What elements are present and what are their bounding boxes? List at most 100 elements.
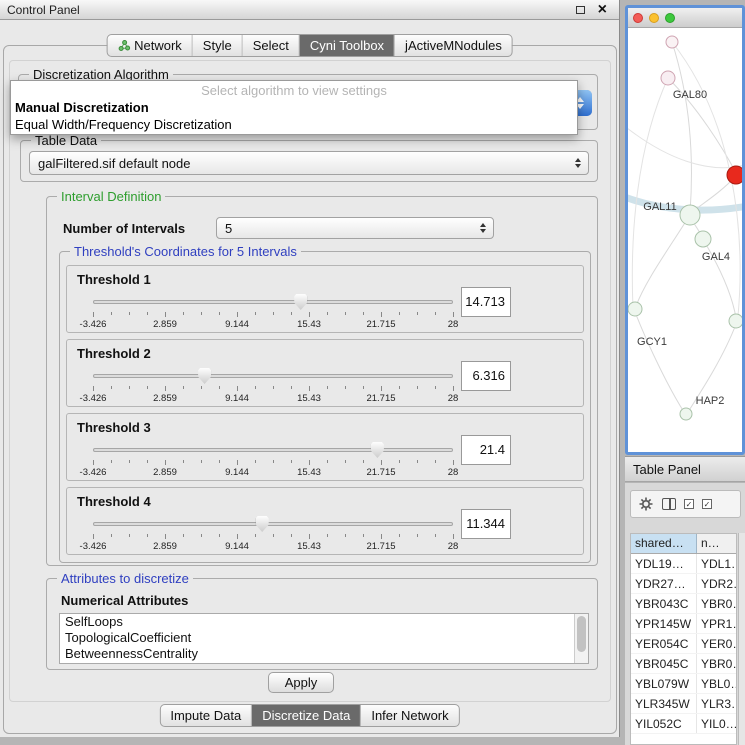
table-row[interactable]: YLR345WYLR3… — [631, 694, 736, 714]
scrollbar-thumb[interactable] — [577, 616, 586, 652]
cell-shared-name[interactable]: YDL19… — [631, 554, 697, 573]
numerical-attributes-list[interactable]: SelfLoopsTopologicalCoefficientBetweenne… — [59, 613, 589, 664]
table-row[interactable]: YBL079WYBL0… — [631, 674, 736, 694]
slider-handle[interactable] — [371, 442, 384, 458]
tab-select[interactable]: Select — [243, 35, 300, 56]
table-row[interactable]: YPR145WYPR1… — [631, 614, 736, 634]
slider-track[interactable] — [93, 374, 453, 378]
slider-track[interactable] — [93, 522, 453, 526]
network-canvas[interactable]: GAL80GAL11GAL4GCY1HAP2 — [628, 28, 742, 451]
cell-name[interactable]: YER0… — [697, 634, 736, 653]
cell-shared-name[interactable]: YBR045C — [631, 654, 697, 673]
column-header-shared[interactable]: shared… — [631, 534, 697, 553]
network-node[interactable] — [727, 166, 742, 184]
slider-track[interactable] — [93, 448, 453, 452]
network-node[interactable] — [628, 302, 642, 316]
close-traffic-light[interactable] — [633, 13, 643, 23]
checkbox-icon[interactable]: ✓ — [684, 499, 694, 509]
gear-icon[interactable] — [638, 496, 654, 512]
checkbox-icon[interactable]: ✓ — [702, 499, 712, 509]
columns-icon[interactable] — [662, 498, 676, 510]
list-scrollbar[interactable] — [574, 614, 588, 663]
network-node[interactable] — [661, 71, 675, 85]
control-panel-titlebar[interactable]: Control Panel × — [0, 0, 619, 20]
tick-label: -3.426 — [80, 319, 107, 330]
threshold-slider[interactable]: -3.4262.8599.14415.4321.71528 — [93, 516, 453, 554]
network-node[interactable] — [680, 408, 692, 420]
table-row[interactable]: YDL19…YDL1… — [631, 554, 736, 574]
slider-handle[interactable] — [294, 294, 307, 310]
cell-shared-name[interactable]: YDR27… — [631, 574, 697, 593]
table-row[interactable]: YER054CYER0… — [631, 634, 736, 654]
apply-button[interactable]: Apply — [268, 672, 334, 693]
network-window-titlebar[interactable] — [628, 8, 742, 28]
dropdown-option-equal-width-frequency[interactable]: Equal Width/Frequency Discretization — [11, 116, 577, 133]
tick-mark — [291, 386, 292, 389]
column-header-name[interactable]: n… — [697, 534, 736, 553]
threshold-slider[interactable]: -3.4262.8599.14415.4321.71528 — [93, 442, 453, 480]
cell-name[interactable]: YIL0… — [697, 714, 736, 733]
bottom-tab-bar: Impute DataDiscretize DataInfer Network — [159, 704, 459, 727]
combobox-stepper-icon[interactable] — [480, 218, 486, 238]
cell-name[interactable]: YPR1… — [697, 614, 736, 633]
table-data-combobox[interactable]: galFiltered.sif default node — [29, 151, 589, 175]
tab-cyni-toolbox[interactable]: Cyni Toolbox — [300, 35, 395, 56]
threshold-value-field[interactable]: 6.316 — [461, 361, 511, 391]
cell-shared-name[interactable]: YER054C — [631, 634, 697, 653]
down-arrow-icon — [575, 164, 581, 168]
network-graph[interactable]: GAL80GAL11GAL4GCY1HAP2 — [628, 28, 742, 451]
cell-shared-name[interactable]: YLR345W — [631, 694, 697, 713]
float-icon[interactable] — [576, 6, 585, 14]
table-row[interactable]: YIL052CYIL0… — [631, 714, 736, 734]
list-item[interactable]: TopologicalCoefficient — [60, 630, 588, 646]
cell-shared-name[interactable]: YIL052C — [631, 714, 697, 733]
tab-impute-data[interactable]: Impute Data — [160, 705, 252, 726]
tab-infer-network[interactable]: Infer Network — [361, 705, 458, 726]
network-node[interactable] — [666, 36, 678, 48]
slider-track[interactable] — [93, 300, 453, 304]
zoom-traffic-light[interactable] — [665, 13, 675, 23]
node-attribute-table[interactable]: shared… n… YDL19…YDL1…YDR27…YDR2…YBR043C… — [630, 533, 737, 745]
tab-network[interactable]: Network — [107, 35, 193, 56]
cell-name[interactable]: YDR2… — [697, 574, 736, 593]
cell-name[interactable]: YDL1… — [697, 554, 736, 573]
dropdown-option-manual-discretization[interactable]: Manual Discretization — [11, 99, 577, 116]
list-item[interactable]: BetweennessCentrality — [60, 646, 588, 662]
slider-handle[interactable] — [198, 368, 211, 384]
threshold-slider[interactable]: -3.4262.8599.14415.4321.71528 — [93, 368, 453, 406]
cell-name[interactable]: YLR3… — [697, 694, 736, 713]
minimize-traffic-light[interactable] — [649, 13, 659, 23]
list-item[interactable]: SelfLoops — [60, 614, 588, 630]
cell-name[interactable]: YBL0… — [697, 674, 736, 693]
threshold-value-field[interactable]: 11.344 — [461, 509, 511, 539]
tick-label: 21.715 — [366, 393, 395, 404]
table-row[interactable]: YBR043CYBR0… — [631, 594, 736, 614]
cell-name[interactable]: YBR0… — [697, 654, 736, 673]
cell-shared-name[interactable]: YPR145W — [631, 614, 697, 633]
network-view-window[interactable]: GAL80GAL11GAL4GCY1HAP2 — [625, 5, 745, 455]
threshold-value-field[interactable]: 21.4 — [461, 435, 511, 465]
threshold-value-field[interactable]: 14.713 — [461, 287, 511, 317]
tick-mark — [111, 534, 112, 537]
close-icon[interactable]: × — [598, 0, 607, 20]
table-row[interactable]: YBR045CYBR0… — [631, 654, 736, 674]
network-node[interactable] — [680, 205, 700, 225]
tab-style[interactable]: Style — [193, 35, 243, 56]
table-row[interactable]: YDR27…YDR2… — [631, 574, 736, 594]
threshold-slider[interactable]: -3.4262.8599.14415.4321.71528 — [93, 294, 453, 332]
table-scrollbar[interactable] — [738, 533, 745, 745]
number-of-intervals-combobox[interactable]: 5 — [216, 217, 494, 239]
tab-discretize-data[interactable]: Discretize Data — [252, 705, 361, 726]
cell-shared-name[interactable]: YBL079W — [631, 674, 697, 693]
node-label: GCY1 — [637, 336, 667, 348]
tab-jactivemnodules[interactable]: jActiveMNodules — [395, 35, 512, 56]
slider-ticks — [93, 460, 453, 466]
combobox-stepper-icon[interactable] — [575, 152, 581, 174]
network-node[interactable] — [729, 314, 742, 328]
slider-handle[interactable] — [256, 516, 269, 532]
cell-name[interactable]: YBR0… — [697, 594, 736, 613]
network-node[interactable] — [695, 231, 711, 247]
table-panel-titlebar[interactable]: Table Panel — [625, 456, 745, 482]
cell-shared-name[interactable]: YBR043C — [631, 594, 697, 613]
network-edge — [628, 124, 742, 168]
